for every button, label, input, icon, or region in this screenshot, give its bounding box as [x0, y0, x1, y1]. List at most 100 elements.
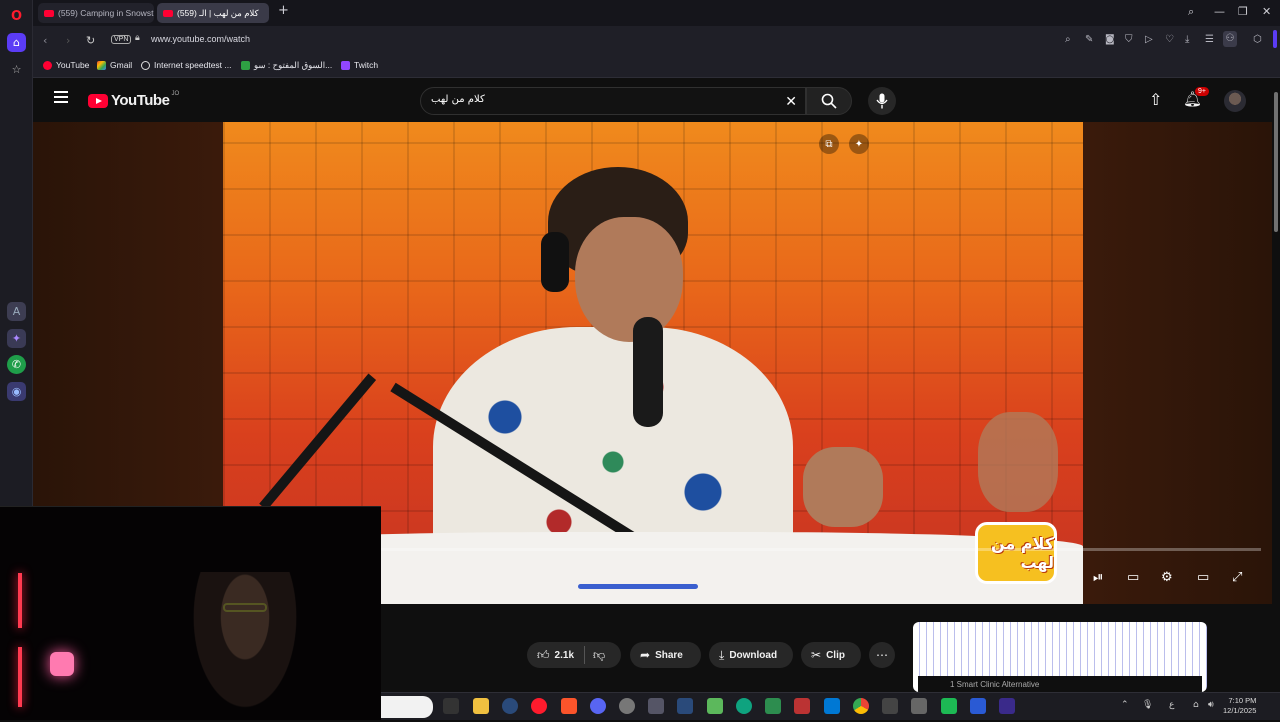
- tool-icon[interactable]: [882, 698, 898, 714]
- ad-title: 1 Smart Clinic Alternative: [918, 676, 1202, 692]
- youtube-logo[interactable]: YouTube JO: [88, 91, 179, 109]
- mic-tray-icon[interactable]: 🎙︎: [1142, 700, 1153, 710]
- sparkle-icon[interactable]: ✦: [849, 134, 869, 154]
- aria-icon[interactable]: A: [7, 302, 26, 321]
- language-indicator[interactable]: ع: [1169, 700, 1174, 710]
- search-tabs-icon[interactable]: ⌕: [1188, 5, 1194, 19]
- store-icon[interactable]: [824, 698, 840, 714]
- new-tab-button[interactable]: +: [278, 3, 289, 18]
- video-person-face: [575, 217, 683, 342]
- whatsapp-icon[interactable]: ✆: [7, 355, 26, 374]
- settings-gear-icon[interactable]: ⚙: [1161, 570, 1173, 585]
- app-icon-4[interactable]: [970, 698, 986, 714]
- tray-chevron-icon[interactable]: ⌃: [1121, 700, 1129, 710]
- taskbar-search[interactable]: [381, 696, 433, 718]
- bookmark-label: Gmail: [110, 60, 133, 70]
- menu-icon[interactable]: ☰: [1205, 34, 1214, 45]
- brave-icon[interactable]: [561, 698, 577, 714]
- video-hand: [803, 447, 883, 527]
- tab-camping[interactable]: (559) Camping in Snowst: [38, 3, 154, 23]
- scroll-thumb[interactable]: [1274, 92, 1278, 232]
- hamburger-menu-icon[interactable]: [54, 91, 68, 103]
- clock-date: 12/1/2025: [1223, 706, 1257, 715]
- like-count[interactable]: 2.1k: [555, 650, 574, 661]
- clip-label: Clip: [826, 649, 845, 661]
- reload-icon[interactable]: ↻: [86, 34, 95, 47]
- theater-mode-icon[interactable]: ▭: [1197, 570, 1209, 585]
- steam-app-icon[interactable]: [677, 698, 693, 714]
- thumbs-up-icon[interactable]: 👍︎: [537, 648, 550, 663]
- create-upload-icon[interactable]: ⇧: [1149, 90, 1162, 109]
- bookmark-youtube[interactable]: YouTube: [43, 60, 89, 70]
- zoom-icon[interactable]: ⌕: [1065, 34, 1071, 45]
- gmail-icon: [97, 60, 106, 70]
- edge-icon[interactable]: [736, 698, 752, 714]
- progress-bar[interactable]: [381, 548, 1261, 551]
- player-icon[interactable]: ▷: [1145, 34, 1153, 45]
- camera-icon[interactable]: ◙: [1105, 34, 1115, 45]
- app-icon[interactable]: [648, 698, 664, 714]
- fullscreen-icon[interactable]: ⤢: [1232, 570, 1242, 585]
- game-icon[interactable]: [794, 698, 810, 714]
- profile-icon[interactable]: ⚇: [1223, 31, 1237, 47]
- heart-icon[interactable]: ♡: [1165, 34, 1174, 45]
- popout-icon[interactable]: ⧉: [819, 134, 839, 154]
- rgb-light: [18, 573, 22, 628]
- subtitles-icon[interactable]: ▭: [1127, 570, 1139, 585]
- bookmark-twitch[interactable]: Twitch: [341, 60, 378, 70]
- minimize-icon[interactable]: —: [1214, 5, 1225, 18]
- extensions-icon[interactable]: ⬡: [1253, 34, 1262, 45]
- file-explorer-icon[interactable]: [473, 698, 489, 714]
- back-icon[interactable]: ‹: [43, 34, 47, 47]
- app-icon-2[interactable]: [911, 698, 927, 714]
- opera-logo-icon[interactable]: O: [7, 7, 26, 26]
- pinboard-icon[interactable]: ☆: [7, 60, 26, 79]
- clear-search-icon[interactable]: ✕: [785, 93, 797, 110]
- network-icon[interactable]: ⌂: [1193, 700, 1199, 710]
- ad-card[interactable]: 1 Smart Clinic Alternative: [913, 622, 1207, 692]
- lock-icon[interactable]: 🔒︎: [135, 33, 140, 43]
- vpn-badge[interactable]: VPN: [111, 35, 132, 44]
- more-actions-button[interactable]: ⋯: [869, 642, 895, 668]
- chrome-icon[interactable]: [853, 698, 869, 714]
- page-scrollbar[interactable]: [1272, 78, 1280, 692]
- close-window-icon[interactable]: ✕: [1262, 5, 1271, 18]
- voice-search-button[interactable]: [868, 87, 896, 115]
- discord-icon[interactable]: ◉: [7, 382, 26, 401]
- messenger-icon[interactable]: ✦: [7, 329, 26, 348]
- thumbs-down-icon[interactable]: 👎︎: [593, 648, 605, 663]
- autoplay-toggle-icon[interactable]: ⏯: [1093, 570, 1103, 585]
- home-icon[interactable]: ⌂: [7, 33, 26, 52]
- windows-taskbar: ⌃ 🎙︎ ع ⌂ 🔊︎ 7:10 PM 12/1/2025: [381, 692, 1280, 720]
- youtube-header: YouTube JO ✕ ⇧ 🔔︎ 9+: [33, 78, 1280, 122]
- watermark-text: كلام من لهب: [990, 534, 1054, 572]
- edit-icon[interactable]: ✎: [1085, 34, 1093, 45]
- notepad-icon[interactable]: [707, 698, 723, 714]
- download-icon[interactable]: ⤓: [1185, 34, 1189, 45]
- search-input[interactable]: [431, 94, 771, 105]
- steam-icon[interactable]: [502, 698, 518, 714]
- sidebar-toggle[interactable]: [1273, 30, 1277, 48]
- url-field[interactable]: www.youtube.com/watch: [151, 34, 250, 44]
- opera-taskbar-icon[interactable]: [531, 698, 547, 714]
- app-icon-3[interactable]: [941, 698, 957, 714]
- download-button[interactable]: ⤓ Download: [709, 642, 793, 668]
- forward-icon[interactable]: ›: [66, 34, 70, 47]
- task-view-icon[interactable]: [443, 698, 459, 714]
- bookmark-gmail[interactable]: Gmail: [97, 60, 132, 70]
- discord-taskbar-icon[interactable]: [590, 698, 606, 714]
- bookmark-speedtest[interactable]: Internet speedtest ...: [141, 60, 232, 70]
- shield-icon[interactable]: ⛉: [1125, 34, 1133, 45]
- tab-active-video[interactable]: (559) كلام من لهب | الـ: [157, 3, 269, 23]
- avatar[interactable]: [1224, 90, 1246, 112]
- search-button[interactable]: [806, 87, 852, 115]
- settings-taskbar-icon[interactable]: [619, 698, 635, 714]
- app-icon-5[interactable]: [999, 698, 1015, 714]
- system-clock[interactable]: 7:10 PM 12/1/2025: [1223, 696, 1256, 716]
- clip-button[interactable]: ✂ Clip: [801, 642, 861, 668]
- volume-icon[interactable]: 🔊︎: [1208, 700, 1214, 710]
- restore-icon[interactable]: ❐: [1238, 5, 1248, 18]
- sheets-icon[interactable]: [765, 698, 781, 714]
- bookmark-opensooq[interactable]: السوق المفتوح : سو...: [241, 60, 332, 71]
- share-button[interactable]: ➦ Share: [630, 642, 701, 668]
